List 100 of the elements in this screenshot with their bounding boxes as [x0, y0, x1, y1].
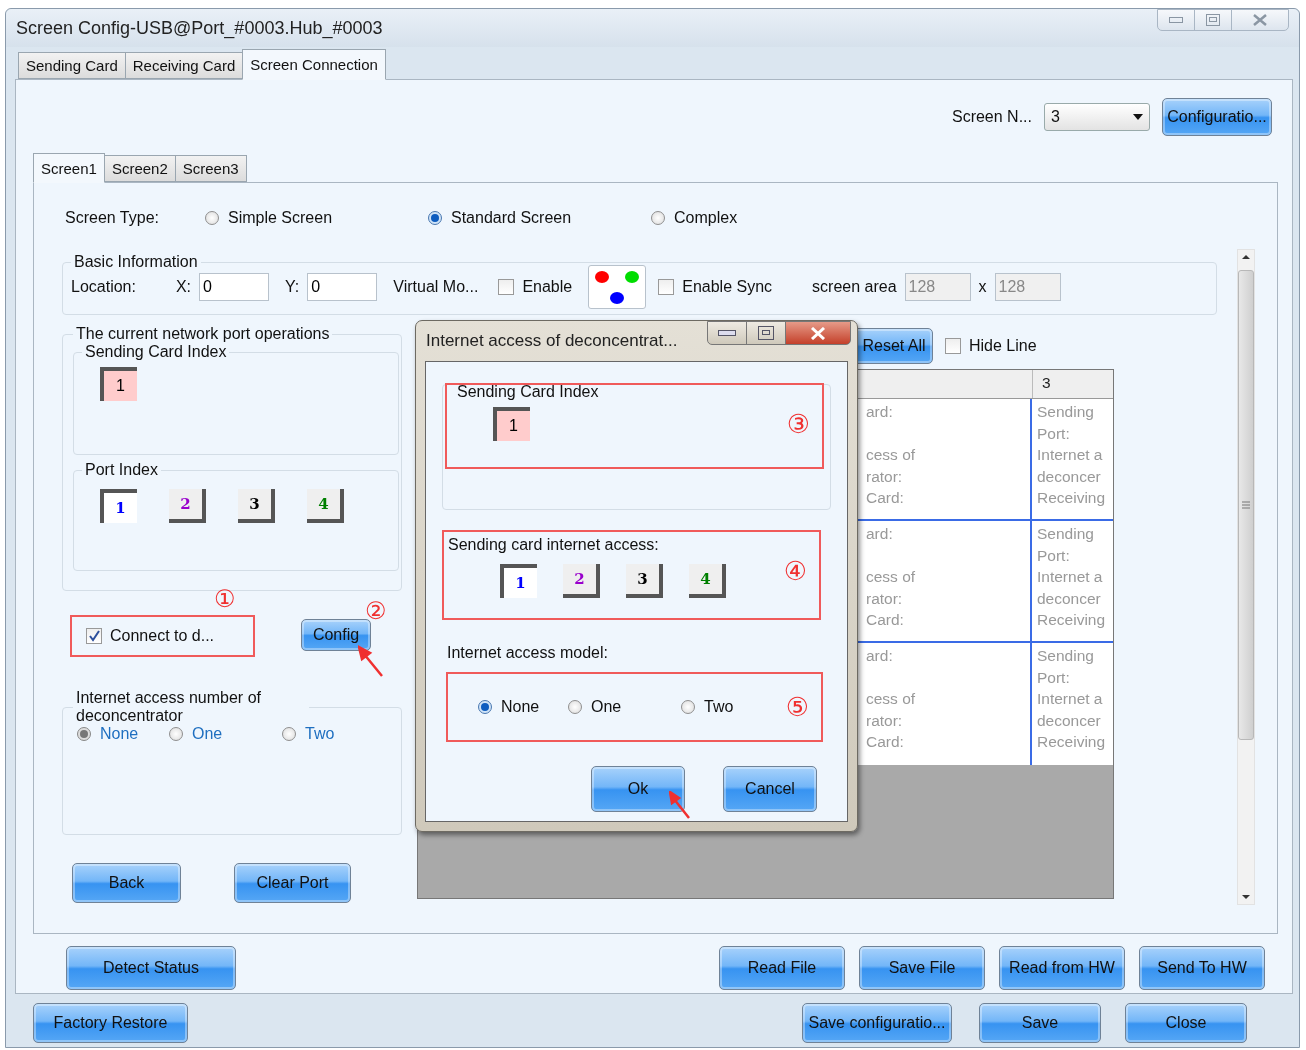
caret-icon [1133, 114, 1143, 120]
action-button[interactable]: Detect Status [66, 946, 236, 990]
screen-number-label: Screen N... [951, 108, 1032, 126]
panel-button[interactable]: Back [72, 863, 181, 903]
port-button[interactable]: 2 [563, 564, 600, 598]
footer-button[interactable]: Save [979, 1003, 1101, 1043]
screen-tab[interactable]: Screen1 [33, 153, 105, 183]
option-label: Two [704, 698, 734, 716]
screen-tab[interactable]: Screen2 [103, 155, 176, 182]
rgb-dots-icon [594, 269, 641, 305]
maximize-button[interactable] [746, 321, 786, 345]
minimize-button[interactable] [707, 321, 747, 345]
reset-all-button[interactable]: Reset All [855, 328, 933, 364]
screen-area-label: screen area [812, 278, 897, 296]
screen-number-dropdown[interactable]: 3 [1044, 103, 1150, 131]
table-cell-text: Sending Port: Internet a deconcer Receiving [1036, 524, 1107, 630]
location-label: Location: [71, 278, 136, 296]
connect-checkbox[interactable]: Connect to d... [86, 627, 215, 645]
enable-checkbox[interactable]: Enable [498, 278, 573, 296]
port-button[interactable]: 2 [169, 489, 206, 523]
radio-button[interactable] [282, 727, 296, 741]
panel-button[interactable]: Clear Port [234, 863, 351, 903]
y-field[interactable]: 0 [307, 273, 378, 301]
action-button[interactable]: Save File [859, 946, 985, 990]
radio-button[interactable] [568, 700, 582, 714]
option-label: Complex [674, 209, 738, 227]
group-title: Port Index [84, 461, 159, 479]
action-button[interactable]: Send To HW [1139, 946, 1265, 990]
port-button[interactable]: 1 [500, 564, 537, 598]
option-label: One [192, 725, 223, 743]
minimize-icon [718, 330, 736, 336]
tab[interactable]: Sending Card [18, 52, 126, 79]
close-icon [810, 326, 826, 340]
port-button[interactable]: 3 [238, 489, 275, 523]
step-number: ④ [783, 556, 807, 586]
radio-button[interactable] [651, 211, 665, 225]
port-button[interactable]: 4 [307, 489, 344, 523]
maximize-icon [1206, 14, 1220, 26]
radio-button[interactable] [77, 727, 91, 741]
vertical-scrollbar[interactable] [1237, 249, 1255, 905]
group-title: Sending Card Index [84, 343, 228, 361]
arrow-annotation [669, 791, 691, 819]
hide-line-checkbox[interactable]: Hide Line [945, 337, 1037, 355]
sending-card-button[interactable]: 1 [100, 367, 137, 401]
radio-button[interactable] [169, 727, 183, 741]
times-label: x [978, 278, 987, 296]
step-number: ① [214, 587, 236, 611]
table-cell-text: Sending Port: Internet a deconcer Receiving [1036, 402, 1107, 508]
option-label: None [100, 725, 139, 743]
port-button[interactable]: 1 [100, 489, 137, 523]
group-title: The current network port operations [75, 325, 331, 343]
x-label: X: [175, 278, 192, 296]
step-number: ⑤ [785, 692, 809, 722]
minimize-icon [1169, 17, 1183, 23]
y-label: Y: [285, 278, 300, 296]
option-label: Standard Screen [451, 209, 572, 227]
grip-icon [1241, 500, 1251, 510]
table-cell-text: Sending Port: Internet a deconcer Receiving [1036, 646, 1107, 752]
access-model-label: Internet access model: [447, 644, 609, 662]
action-button[interactable]: Read File [719, 946, 845, 990]
configuration-button[interactable]: Configuratio... [1162, 98, 1272, 136]
port-button[interactable]: 3 [626, 564, 663, 598]
column-header: 3 [1041, 373, 1051, 393]
footer-button[interactable]: Save configuratio... [802, 1003, 952, 1043]
group-title: Sending Card Index [457, 383, 600, 401]
dialog-title: Internet access of deconcentrat... [426, 331, 678, 352]
close-button[interactable] [785, 321, 851, 345]
close-button[interactable] [1231, 9, 1289, 31]
internet-access-label: Sending card internet access: [448, 536, 659, 553]
screen-tab[interactable]: Screen3 [174, 155, 247, 182]
check-icon [88, 630, 100, 642]
action-button[interactable]: Read from HW [999, 946, 1125, 990]
minimize-button[interactable] [1157, 9, 1195, 31]
virtual-mode-label: Virtual Mo... [393, 278, 479, 296]
color-button[interactable] [588, 265, 647, 309]
radio-button[interactable] [428, 211, 442, 225]
window-title: Screen Config-USB@Port_#0003.Hub_#0003 [16, 17, 383, 39]
radio-button[interactable] [681, 700, 695, 714]
config-button[interactable]: Config [301, 619, 371, 651]
option-label: Two [305, 725, 335, 743]
x-field[interactable]: 0 [199, 273, 270, 301]
sending-card-button[interactable]: 1 [493, 407, 530, 441]
arrow-annotation [358, 645, 384, 677]
option-label: None [501, 698, 540, 716]
footer-button[interactable]: Close [1125, 1003, 1247, 1043]
footer-button[interactable]: Factory Restore [33, 1003, 188, 1043]
radio-button[interactable] [478, 700, 492, 714]
tab[interactable]: Receiving Card [124, 52, 244, 79]
port-button[interactable]: 4 [689, 564, 726, 598]
maximize-icon [758, 326, 774, 340]
group-title: Internet access number of deconcentrator [75, 689, 262, 725]
maximize-button[interactable] [1194, 9, 1232, 31]
option-label: Simple Screen [228, 209, 333, 227]
radio-button[interactable] [205, 211, 219, 225]
dialog-button[interactable]: Ok [591, 766, 685, 812]
tab[interactable]: Screen Connection [242, 49, 386, 80]
group-title: Basic Information [73, 253, 199, 271]
enable-sync-checkbox[interactable]: Enable Sync [658, 278, 773, 296]
dialog-button[interactable]: Cancel [723, 766, 817, 812]
close-icon [1253, 14, 1267, 26]
